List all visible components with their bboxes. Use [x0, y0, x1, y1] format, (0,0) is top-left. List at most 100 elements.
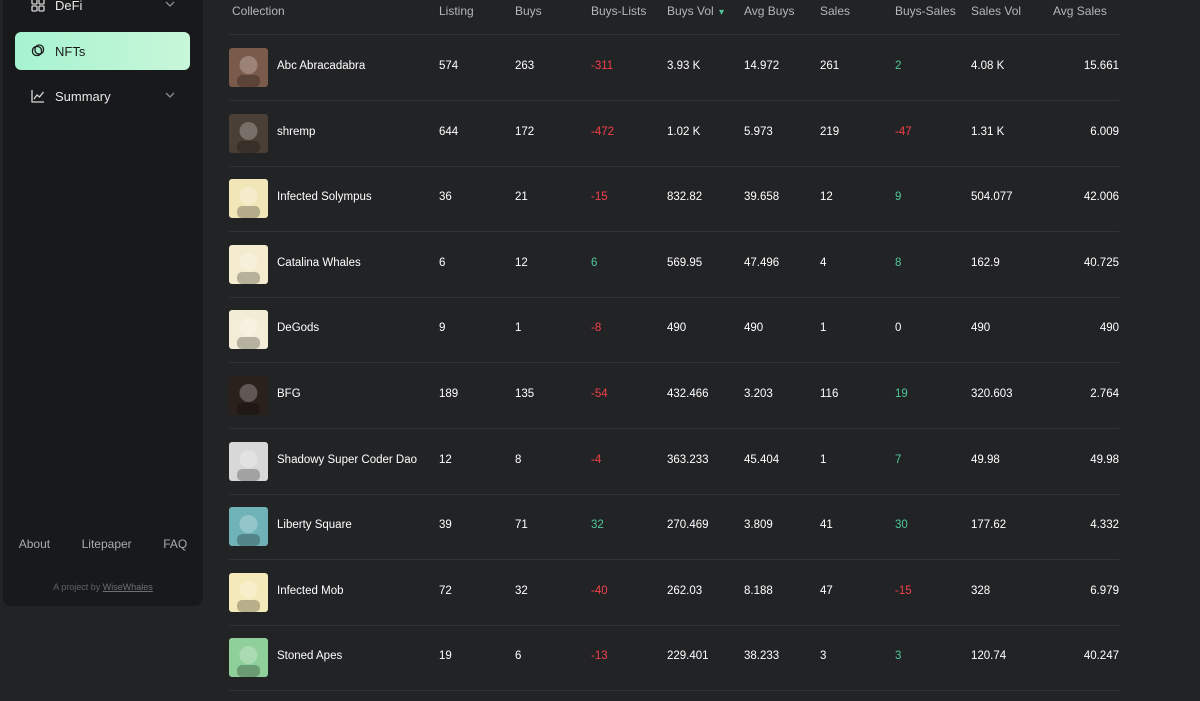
cell-avg-sales: 40.247	[1083, 650, 1119, 663]
collection-name[interactable]: BFG	[277, 388, 301, 400]
cell-avg-sales: 49.98	[1090, 453, 1119, 466]
cell-buys-sales: 30	[895, 519, 908, 532]
cell-avg-sales: 42.006	[1083, 191, 1119, 204]
cell-buys-vol: 569.95	[667, 256, 703, 269]
chevron-down-icon	[164, 0, 176, 10]
cell-avg-buys: 490	[744, 322, 764, 335]
sidebar-item-summary[interactable]: Summary	[15, 77, 190, 115]
header-avg-buys[interactable]: Avg Buys	[744, 4, 794, 18]
cell-listing: 574	[439, 60, 459, 72]
cell-buys-sales: 8	[895, 256, 902, 269]
credit-text: A project by WiseWhales	[3, 582, 203, 592]
sidebar-item-label: DeFi	[55, 0, 83, 13]
table-header: Collection Listing Buys Buys-Lists Buys …	[229, 0, 1119, 35]
cell-sales: 1	[820, 322, 827, 335]
table-row[interactable]: Infected Solympus 36 21 -15 832.82 39.658 12 9 5…	[229, 166, 1119, 233]
cell-listing: 12	[439, 453, 452, 466]
sidebar-item-defi[interactable]: DeFi	[15, 0, 190, 24]
collection-name[interactable]: shremp	[277, 126, 315, 138]
collection-thumbnail	[229, 244, 268, 284]
header-buys-vol[interactable]: Buys Vol ▾	[667, 4, 724, 18]
header-avg-sales[interactable]: Avg Sales	[1053, 4, 1107, 18]
collection-name[interactable]: Liberty Square	[277, 519, 352, 531]
collection-thumbnail	[229, 310, 268, 350]
cell-buys: 21	[515, 191, 528, 204]
collection-name[interactable]: Catalina Whales	[277, 257, 361, 269]
collection-name[interactable]: Infected Solympus	[277, 191, 372, 203]
header-buys-sales[interactable]: Buys-Sales	[895, 4, 956, 18]
sidebar-footer-links: About Litepaper FAQ	[3, 537, 203, 551]
cell-avg-sales: 6.009	[1090, 125, 1119, 138]
cell-sales-vol: 504.077	[971, 191, 1013, 204]
table-row[interactable]: Abc Abracadabra 574 263 -311 3.93 K 14.972 261…	[229, 35, 1119, 101]
cell-buys-sales: 3	[895, 650, 902, 663]
table-row[interactable]: shremp 644 172 -472 1.02 K 5.973 219 -47 1.31 K 6…	[229, 101, 1119, 167]
cell-avg-buys: 47.496	[744, 256, 780, 269]
cell-avg-sales: 490	[1099, 322, 1119, 335]
sidebar-item-label: NFTs	[55, 43, 86, 59]
cell-buys-lists: -472	[591, 125, 615, 138]
collection-name[interactable]: Shadowy Super Coder Dao	[277, 454, 417, 466]
cell-sales-vol: 328	[971, 584, 991, 597]
header-sales[interactable]: Sales	[820, 4, 850, 18]
cell-listing: 189	[439, 388, 459, 400]
table-row[interactable]: Shadowy Super Coder Dao 12 8 -4 363.233 45.40…	[229, 429, 1119, 495]
litepaper-link[interactable]: Litepaper	[82, 537, 132, 551]
grid-icon	[30, 0, 46, 13]
collection-name[interactable]: DeGods	[277, 322, 319, 334]
cell-buys: 6	[515, 650, 522, 663]
cell-avg-sales: 2.764	[1090, 388, 1119, 400]
cell-avg-buys: 3.809	[744, 519, 773, 532]
cell-avg-buys: 3.203	[744, 388, 773, 400]
cell-avg-buys: 14.972	[744, 60, 780, 72]
cell-buys-vol: 262.03	[667, 584, 703, 597]
cell-listing: 72	[439, 584, 452, 597]
cell-sales-vol: 320.603	[971, 388, 1013, 400]
cell-buys-vol: 832.82	[667, 191, 703, 204]
cell-buys-sales: -15	[895, 584, 912, 597]
table-row[interactable]: Stoned Apes 19 6 -13 229.401 38.233 3 3 120.74 40…	[229, 625, 1119, 692]
collection-name[interactable]: Abc Abracadabra	[277, 60, 365, 72]
cell-buys-vol: 229.401	[667, 650, 709, 663]
table-row[interactable]: BFG 189 135 -54 432.466 3.203 116 19 320.603 2.76…	[229, 363, 1119, 429]
cell-buys-lists: 32	[591, 519, 604, 532]
cell-buys: 12	[515, 256, 528, 269]
header-sales-vol[interactable]: Sales Vol	[971, 4, 1021, 18]
header-buys-lists[interactable]: Buys-Lists	[591, 4, 646, 18]
cell-sales-vol: 49.98	[971, 453, 1000, 466]
collection-thumbnail	[229, 179, 268, 219]
sidebar-item-nfts[interactable]: NFTs	[15, 32, 190, 70]
header-collection[interactable]: Collection	[232, 4, 285, 18]
table-row[interactable]: DeGods 9 1 -8 490 490 1 0 490 490	[229, 297, 1119, 364]
cell-listing: 644	[439, 125, 459, 138]
faq-link[interactable]: FAQ	[163, 537, 187, 551]
cell-buys-vol: 432.466	[667, 388, 709, 400]
credit-link[interactable]: WiseWhales	[103, 582, 153, 592]
cell-buys-lists: -15	[591, 191, 608, 204]
credit-prefix: A project by	[53, 582, 101, 592]
cell-buys-lists: -8	[591, 322, 602, 335]
sidebar: DeFi NFTs Summary About Litepaper FAQ A …	[3, 0, 203, 606]
cell-buys-sales: 0	[895, 322, 902, 335]
cell-avg-buys: 39.658	[744, 191, 780, 204]
collection-name[interactable]: Infected Mob	[277, 585, 343, 597]
cell-avg-buys: 8.188	[744, 584, 773, 597]
cell-avg-buys: 38.233	[744, 650, 780, 663]
table-row[interactable]: Catalina Whales 6 12 6 569.95 47.496 4 8 162.9 40…	[229, 232, 1119, 298]
cell-buys-sales: 7	[895, 453, 902, 466]
collection-name[interactable]: Stoned Apes	[277, 650, 342, 662]
collection-thumbnail	[229, 48, 268, 87]
cell-buys-lists: -54	[591, 388, 608, 400]
cell-avg-sales: 15.661	[1083, 60, 1119, 72]
cell-buys-sales: -47	[895, 125, 912, 138]
header-listing[interactable]: Listing	[439, 4, 474, 18]
collection-thumbnail	[229, 113, 268, 153]
cell-buys-lists: -311	[591, 60, 614, 72]
table-row[interactable]: Liberty Square 39 71 32 270.469 3.809 41 30 177.…	[229, 494, 1119, 561]
about-link[interactable]: About	[19, 537, 50, 551]
header-buys[interactable]: Buys	[515, 4, 542, 18]
table-row[interactable]: Infected Mob 72 32 -40 262.03 8.188 47 -15 328 6.…	[229, 560, 1119, 626]
cell-listing: 36	[439, 191, 452, 204]
cell-listing: 9	[439, 322, 446, 335]
cell-sales: 4	[820, 256, 827, 269]
